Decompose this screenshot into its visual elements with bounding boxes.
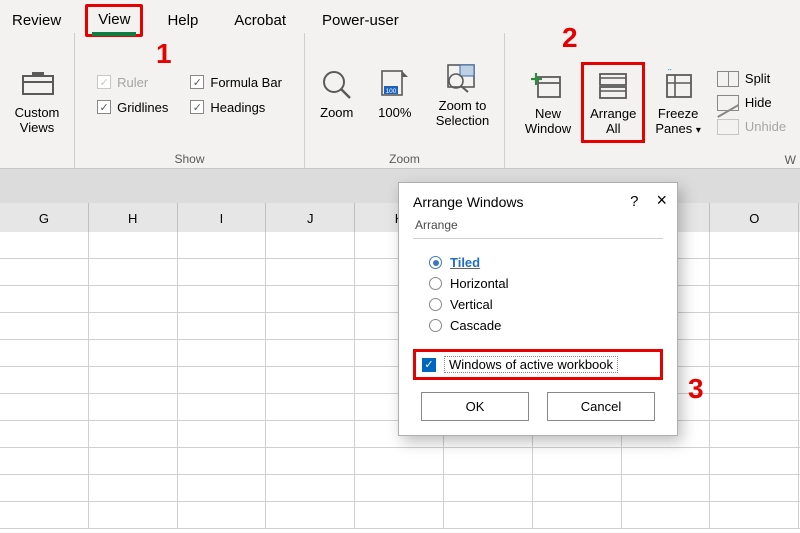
radio-vertical[interactable]: Vertical [429,297,659,312]
custom-views-icon [20,68,54,102]
column-header[interactable]: H [89,203,178,233]
column-header[interactable]: I [178,203,267,233]
table-row[interactable] [0,448,800,475]
zoom-100-icon: 100 [378,68,412,102]
gridlines-checkbox[interactable]: ✓Gridlines [97,100,168,115]
svg-text:*: * [667,69,673,78]
dialog-help-button[interactable]: ? [630,193,638,210]
ribbon: Custom Views ✓Ruler ✓Gridlines ✓Formula … [0,33,800,169]
zoom-selection-icon [445,61,479,95]
group-window-label: W [785,153,796,167]
formula-bar-label: Formula Bar [210,75,282,90]
tab-help[interactable]: Help [161,8,204,33]
dialog-title: Arrange Windows [413,194,524,210]
radio-horizontal[interactable]: Horizontal [429,276,659,291]
table-row[interactable] [0,502,800,529]
split-label: Split [745,71,770,86]
radio-tiled[interactable]: Tiled [429,255,659,270]
magnifier-icon [320,68,354,102]
hide-icon [717,95,739,111]
radio-tiled-label: Tiled [450,255,480,270]
column-header[interactable]: J [266,203,355,233]
gridlines-label: Gridlines [117,100,168,115]
radio-horizontal-label: Horizontal [450,276,509,291]
arrange-all-button[interactable]: Arrange All [581,62,645,144]
group-show: ✓Ruler ✓Gridlines ✓Formula Bar ✓Headings… [74,33,304,168]
zoom-label: Zoom [320,106,353,121]
zoom-button[interactable]: Zoom [314,64,360,125]
new-window-label: New Window [525,107,571,137]
group-zoom: Zoom 100 100% Zoom to Selection Zoom [304,33,504,168]
custom-views-button[interactable]: Custom Views [9,64,66,140]
group-views: Custom Views [0,33,74,168]
zoom-100-label: 100% [378,106,411,121]
svg-text:100: 100 [385,88,396,95]
arrange-all-label: Arrange All [590,107,636,137]
formula-bar-checkbox[interactable]: ✓Formula Bar [190,75,282,90]
zoom-selection-label: Zoom to Selection [436,99,489,129]
arrange-all-icon [596,69,630,103]
windows-of-active-workbook-label: Windows of active workbook [444,356,618,373]
zoom-100-button[interactable]: 100 100% [372,64,418,125]
annotation-3: 3 [688,373,704,405]
group-zoom-label: Zoom [389,152,420,166]
radio-cascade[interactable]: Cascade [429,318,659,333]
tab-acrobat[interactable]: Acrobat [228,8,292,33]
ruler-label: Ruler [117,75,148,90]
ok-button[interactable]: OK [421,392,529,421]
hide-button[interactable]: Hide [717,95,786,111]
chevron-down-icon: ▾ [696,125,701,136]
arrange-windows-dialog: Arrange Windows ? × Arrange Tiled Horizo… [398,182,678,436]
split-icon [717,71,739,87]
freeze-panes-icon: * [661,69,695,103]
radio-cascade-label: Cascade [450,318,501,333]
radio-vertical-label: Vertical [450,297,493,312]
table-row[interactable] [0,475,800,502]
freeze-panes-button[interactable]: * Freeze Panes ▾ [649,65,707,141]
unhide-icon [717,119,739,135]
split-button[interactable]: Split [717,71,786,87]
tab-review[interactable]: Review [6,8,67,33]
hide-label: Hide [745,95,772,110]
headings-checkbox[interactable]: ✓Headings [190,100,282,115]
zoom-to-selection-button[interactable]: Zoom to Selection [430,57,495,133]
custom-views-label: Custom Views [15,106,60,136]
unhide-label: Unhide [745,119,786,134]
group-window: New Window Arrange All * Freeze Panes ▾ … [504,33,800,168]
arrange-group-label: Arrange [415,218,663,232]
freeze-panes-label: Freeze Panes ▾ [655,107,701,137]
ribbon-tabs: Review View Help Acrobat Power-user [0,0,800,33]
close-icon[interactable]: × [656,193,667,210]
new-window-button[interactable]: New Window [519,65,577,141]
new-window-icon [531,69,565,103]
tab-poweruser[interactable]: Power-user [316,8,405,33]
cancel-button[interactable]: Cancel [547,392,655,421]
column-header[interactable]: O [710,203,799,233]
unhide-button[interactable]: Unhide [717,119,786,135]
column-header[interactable]: G [0,203,89,233]
headings-label: Headings [210,100,265,115]
ruler-checkbox[interactable]: ✓Ruler [97,75,168,90]
windows-of-active-workbook-checkbox[interactable]: ✓ Windows of active workbook [413,349,663,380]
group-show-label: Show [174,152,204,166]
checkbox-checked-icon: ✓ [422,358,436,372]
arrange-fieldset: Tiled Horizontal Vertical Cascade [413,238,663,343]
